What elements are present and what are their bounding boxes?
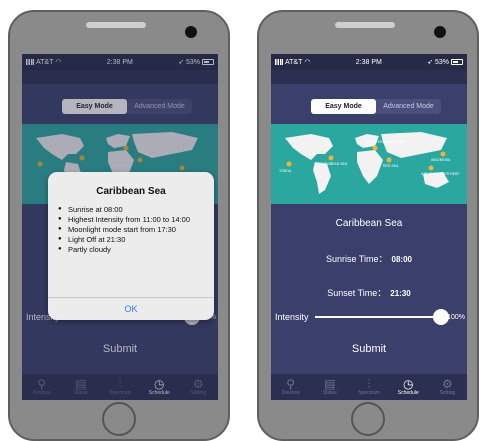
battery-percent: 53% [434, 58, 449, 66]
dialog-list: Sunrise at 08:00 Highest Intensity from … [58, 205, 214, 254]
signal-icon [275, 59, 283, 65]
world-map[interactable]: TONGA CARIBBEAN SEA MEDITERRANEAN SEA RE… [271, 124, 467, 204]
schedule-icon: ◷ [402, 377, 414, 391]
gear-icon: ⚙ [442, 377, 453, 391]
divider [48, 297, 214, 298]
list-item: Highest Intensity from 11:00 to 14:00 [58, 215, 214, 224]
mode-switch: Easy Mode Advanced Mode [311, 99, 441, 114]
region-name: Caribbean Sea [335, 218, 403, 229]
list-item: Sunrise at 08:00 [58, 205, 214, 214]
intensity-slider[interactable] [314, 309, 450, 325]
list-item: Partly cloudy [58, 245, 214, 254]
location-icon: ➶ [427, 59, 433, 66]
dialog-title: Caribbean Sea [96, 186, 166, 197]
sunrise-row: Sunrise Time： 08:00 [271, 252, 467, 265]
submit-button[interactable]: Submit [271, 343, 467, 355]
camera [185, 26, 197, 38]
header-band [271, 70, 467, 84]
screen-left: AT&T ◠ 2:38 PM ➶ 53% Easy Mode Advanced Mo… [22, 54, 218, 400]
intensity-value: 100% [447, 313, 465, 321]
status-icon: ▤ [324, 377, 336, 391]
intensity-slider-knob[interactable] [433, 309, 450, 325]
speaker [335, 22, 395, 28]
tab-devices[interactable]: ⚲ Devices [271, 374, 310, 400]
map-label: MEDITERRANEAN SEA [367, 140, 406, 144]
sunrise-label: Sunrise Time： [326, 254, 388, 264]
status-bar: AT&T ◠ 2:38 PM ➶ 53% [271, 54, 467, 70]
tab-setting[interactable]: ⚙ Setting [428, 374, 467, 400]
sunset-label: Sunset Time： [327, 288, 387, 298]
intensity-label: Intensity [275, 312, 309, 322]
home-button[interactable] [102, 402, 136, 436]
camera [434, 26, 446, 38]
ok-button[interactable]: OK [48, 304, 214, 314]
map-label: TONGA [279, 169, 292, 173]
home-button[interactable] [351, 402, 385, 436]
world-map-graphic [285, 132, 449, 194]
phone-right: AT&T ◠ 2:38 PM ➶ 53% Easy Mode Advanced Mo… [257, 10, 479, 441]
screen-right: AT&T ◠ 2:38 PM ➶ 53% Easy Mode Advanced Mo… [271, 54, 467, 400]
clock: 2:38 PM [355, 58, 382, 66]
info-dialog: Caribbean Sea Sunrise at 08:00 Highest I… [48, 172, 214, 320]
sunset-row: Sunset Time： 21:30 [271, 286, 467, 299]
list-item: Moonlight mode start from 17:30 [58, 225, 214, 234]
tab-schedule[interactable]: ◷ Schedule [389, 374, 428, 400]
list-item: Light Off at 21:30 [58, 235, 214, 244]
tab-bar: ⚲ Devices ▤ Status ⫶ Spectrum ◷ Schedule ⚙ Se… [271, 374, 467, 400]
sunset-value[interactable]: 21:30 [390, 289, 410, 298]
tab-advanced-mode[interactable]: Advanced Mode [376, 99, 441, 114]
speaker [86, 22, 146, 28]
phone-left: AT&T ◠ 2:38 PM ➶ 53% Easy Mode Advanced Mo… [8, 10, 230, 441]
battery-icon [450, 59, 463, 65]
map-label: RED SEA [383, 164, 399, 168]
tab-status[interactable]: ▤ Status [310, 374, 349, 400]
intensity-row: Intensity 100% [275, 309, 465, 325]
wifi-icon: ◠ [304, 59, 311, 66]
map-label: GREAT BARRIER REEF [421, 172, 460, 176]
spectrum-icon: ⫶ [367, 377, 371, 391]
carrier: AT&T ◠ [275, 58, 310, 66]
map-label: INDONESIA [431, 158, 451, 162]
devices-icon: ⚲ [286, 377, 295, 391]
map-label: CARIBBEAN SEA [319, 162, 348, 166]
tab-easy-mode[interactable]: Easy Mode [311, 99, 376, 114]
sunrise-value[interactable]: 08:00 [392, 255, 412, 264]
tab-spectrum[interactable]: ⫶ Spectrum [349, 374, 388, 400]
